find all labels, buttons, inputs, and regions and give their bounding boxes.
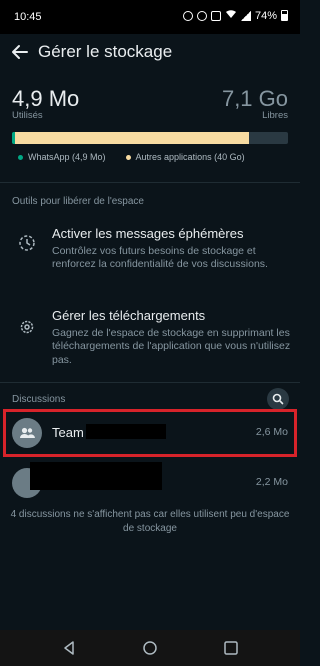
page-title: Gérer le stockage [38, 42, 173, 61]
signal-icon [240, 10, 251, 21]
legend-item-other: Autres applications (40 Go) [120, 152, 245, 162]
status-bar: 10:45 74% [0, 0, 300, 34]
battery-icon [281, 10, 288, 21]
app-bar: Gérer le stockage [0, 34, 300, 74]
legend-dot-icon [18, 154, 23, 160]
redacted-name [30, 462, 162, 490]
gear-icon [18, 318, 36, 336]
legend-item-whatsapp: WhatsApp (4,9 Mo) [12, 152, 106, 162]
chat-size: 2,2 Mo [255, 476, 288, 488]
status-icons: 74% [182, 9, 288, 22]
selection-highlight [3, 409, 297, 457]
divider [0, 382, 300, 383]
wifi-icon [225, 9, 237, 22]
tool-title: Activer les messages éphémères [52, 226, 244, 241]
free-value: 7,1 Go [221, 86, 288, 111]
tools-heading: Outils pour libérer de l'espace [12, 196, 144, 207]
used-value: 4,9 Mo [12, 86, 80, 111]
search-button[interactable] [267, 388, 289, 410]
nfc-icon [210, 10, 221, 21]
navigation-bar [0, 630, 300, 666]
chat-row[interactable]: 2,2 Mo [0, 460, 300, 510]
divider [0, 182, 300, 183]
tool-title: Gérer les téléchargements [52, 308, 206, 323]
search-icon [272, 393, 284, 405]
status-time: 10:45 [14, 11, 42, 23]
tool-manage-downloads[interactable]: Gérer les téléchargements Gagnez de l'es… [0, 308, 300, 368]
footnote: 4 discussions ne s'affichent pas car ell… [10, 509, 290, 534]
legend-dot-icon [125, 154, 131, 160]
used-label: Utilisés [12, 110, 43, 121]
legend-label: Autres applications (40 Go) [135, 152, 245, 162]
nav-home-icon[interactable] [141, 639, 159, 657]
timer-icon [18, 234, 36, 252]
free-label: Libres [262, 110, 288, 121]
tool-disappearing-messages[interactable]: Activer les messages éphémères Contrôlez… [0, 226, 300, 276]
legend-label: WhatsApp (4,9 Mo) [28, 152, 106, 162]
back-arrow-icon[interactable] [8, 40, 32, 64]
battery-percent: 74% [254, 9, 277, 22]
alarm-icon [182, 10, 193, 21]
storage-bar [12, 132, 288, 144]
nav-back-icon[interactable] [60, 639, 78, 657]
tool-description: Gagnez de l'espace de stockage en suppri… [52, 327, 291, 366]
tool-description: Contrôlez vos futurs besoins de stockage… [52, 245, 268, 271]
storage-bar-other [14, 132, 250, 144]
discussions-heading: Discussions [12, 394, 66, 405]
storage-legend: WhatsApp (4,9 Mo) Autres applications (4… [12, 152, 292, 162]
nav-recents-icon[interactable] [222, 639, 240, 657]
dnd-icon [196, 10, 207, 21]
